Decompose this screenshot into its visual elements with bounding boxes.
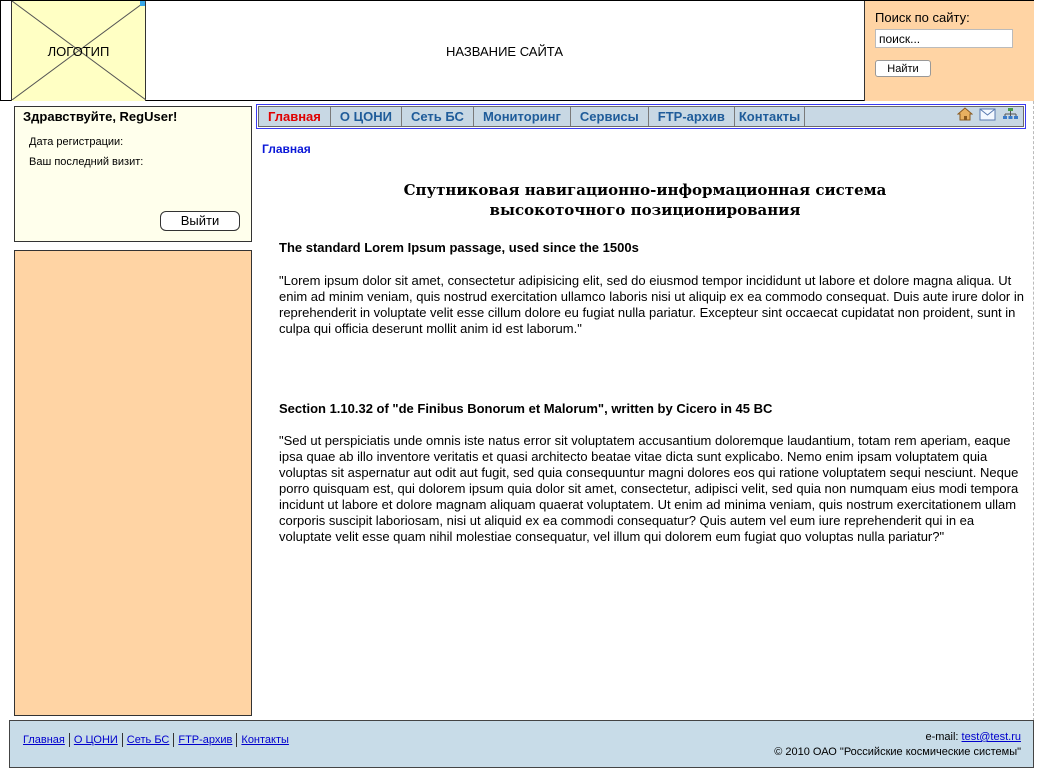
footer-info: e-mail: test@test.ru © 2010 ОАО "Российс… bbox=[774, 730, 1021, 760]
nav-item-services[interactable]: Сервисы bbox=[571, 107, 649, 126]
logo-text: ЛОГОТИП bbox=[47, 43, 110, 59]
footer-copyright: © 2010 ОАО "Российские космические систе… bbox=[774, 746, 1021, 758]
section-heading: The standard Lorem Ipsum passage, used s… bbox=[279, 240, 639, 255]
footer-link-network[interactable]: Сеть БС bbox=[121, 733, 174, 747]
page-title-line2: высокоточного позиционирования bbox=[489, 201, 801, 219]
footer-email-line: e-mail: test@test.ru bbox=[774, 730, 1021, 745]
last-visit-label: Ваш последний визит: bbox=[29, 156, 144, 168]
nav-item-about[interactable]: О ЦОНИ bbox=[331, 107, 402, 126]
footer-link-about[interactable]: О ЦОНИ bbox=[68, 733, 122, 747]
main-nav: Главная О ЦОНИ Сеть БС Мониторинг Сервис… bbox=[256, 104, 1026, 129]
page-title-line1: Спутниковая навигационно-информационная … bbox=[403, 181, 887, 199]
footer-link-home[interactable]: Главная bbox=[23, 733, 69, 747]
nav-icons bbox=[956, 107, 1023, 126]
search-label: Поиск по сайту: bbox=[875, 10, 970, 25]
main-nav-inner: Главная О ЦОНИ Сеть БС Мониторинг Сервис… bbox=[258, 106, 1024, 127]
section-body: "Lorem ipsum dolor sit amet, consectetur… bbox=[279, 273, 1024, 336]
footer-link-contacts[interactable]: Контакты bbox=[236, 733, 293, 747]
mail-icon[interactable] bbox=[979, 108, 996, 126]
user-greeting: Здравствуйте, RegUser! bbox=[23, 109, 178, 124]
user-panel: Здравствуйте, RegUser! Дата регистрации:… bbox=[14, 106, 252, 242]
search-input[interactable] bbox=[875, 29, 1013, 48]
nav-item-contacts[interactable]: Контакты bbox=[735, 107, 806, 126]
page-title: Спутниковая навигационно-информационная … bbox=[300, 180, 990, 220]
registration-date-label: Дата регистрации: bbox=[29, 136, 124, 148]
footer-nav: Главная О ЦОНИ Сеть БС FTP-архив Контакт… bbox=[23, 733, 293, 747]
logout-button[interactable]: Выйти bbox=[160, 211, 240, 231]
home-icon[interactable] bbox=[956, 107, 974, 126]
sitemap-icon[interactable] bbox=[1002, 107, 1018, 126]
section-body: "Sed ut perspiciatis unde omnis iste nat… bbox=[279, 433, 1019, 544]
search-panel: Поиск по сайту: Найти bbox=[864, 1, 1034, 101]
footer-email-label: e-mail: bbox=[925, 731, 959, 743]
logo[interactable]: ЛОГОТИП bbox=[11, 1, 146, 101]
logo-corner-marker bbox=[140, 1, 145, 6]
section-heading: Section 1.10.32 of "de Finibus Bonorum e… bbox=[279, 401, 773, 416]
site-footer: Главная О ЦОНИ Сеть БС FTP-архив Контакт… bbox=[9, 720, 1034, 768]
nav-item-network[interactable]: Сеть БС bbox=[402, 107, 474, 126]
page-right-border bbox=[1033, 101, 1034, 721]
site-header: ЛОГОТИП НАЗВАНИЕ САЙТА Поиск по сайту: Н… bbox=[0, 0, 1034, 101]
breadcrumb[interactable]: Главная bbox=[262, 142, 311, 156]
sidebar-block bbox=[14, 250, 252, 716]
nav-item-ftp[interactable]: FTP-архив bbox=[649, 107, 735, 126]
footer-link-ftp[interactable]: FTP-архив bbox=[173, 733, 236, 747]
nav-item-home[interactable]: Главная bbox=[259, 107, 331, 126]
site-title: НАЗВАНИЕ САЙТА bbox=[446, 43, 563, 59]
footer-email-link[interactable]: test@test.ru bbox=[962, 731, 1021, 743]
nav-item-monitoring[interactable]: Мониторинг bbox=[474, 107, 571, 126]
search-button[interactable]: Найти bbox=[875, 60, 931, 77]
